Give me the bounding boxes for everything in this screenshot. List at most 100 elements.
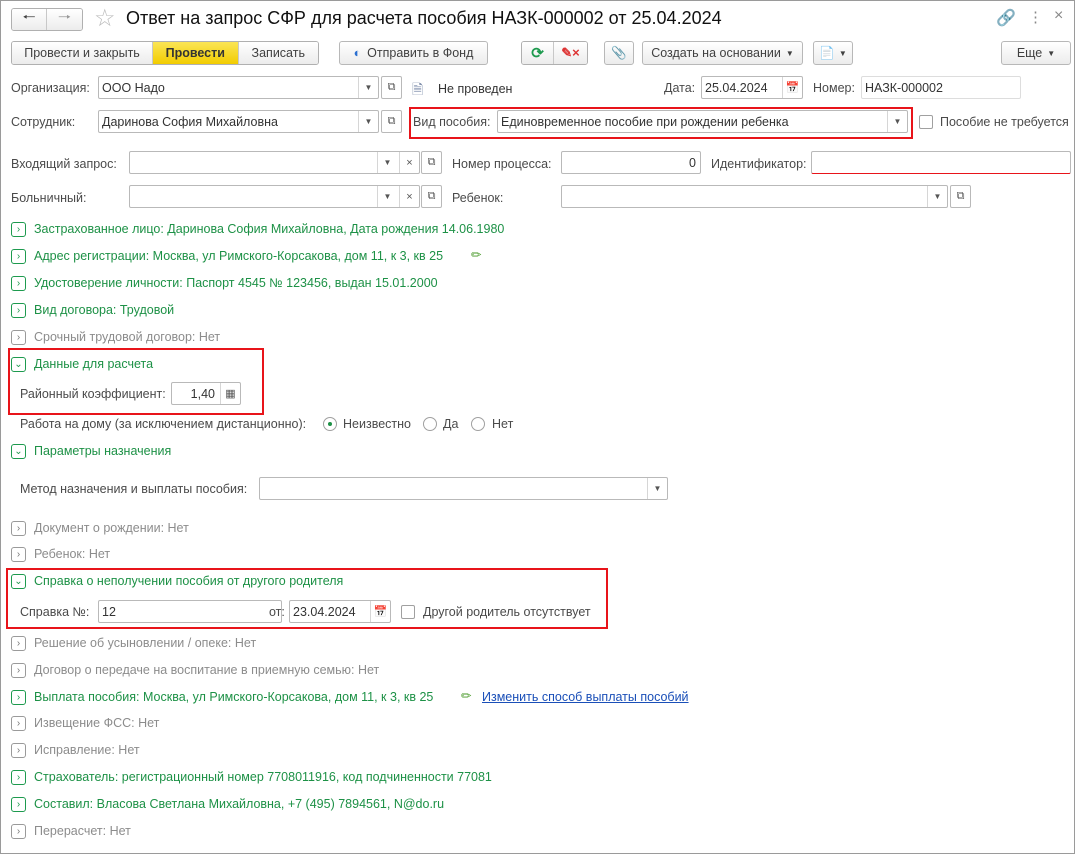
clear-icon[interactable]: × bbox=[399, 186, 419, 207]
other-parent-absent-label: Другой родитель отсутствует bbox=[423, 605, 591, 619]
section-insurer[interactable]: Страхователь: регистрационный номер 7708… bbox=[34, 770, 492, 784]
incoming-request-field[interactable]: ▼ × bbox=[129, 151, 420, 174]
expand-icon[interactable]: › bbox=[11, 303, 26, 318]
forward-arrow-icon[interactable]: 🠒 bbox=[47, 9, 82, 30]
identifier-field[interactable] bbox=[811, 151, 1071, 174]
dropdown-icon[interactable]: ▼ bbox=[377, 186, 397, 207]
favorite-star-icon[interactable]: ☆ bbox=[94, 4, 116, 33]
sick-leave-field[interactable]: ▼ × bbox=[129, 185, 420, 208]
section-contract[interactable]: Вид договора: Трудовой bbox=[34, 303, 174, 317]
change-payment-link[interactable]: Изменить способ выплаты пособий bbox=[482, 690, 689, 704]
clear-posting-icon[interactable]: ✎× bbox=[554, 42, 587, 64]
dropdown-icon[interactable]: ▼ bbox=[927, 186, 947, 207]
calendar-icon[interactable]: 📅 bbox=[370, 601, 390, 622]
more-button[interactable]: Еще ▼ bbox=[1001, 41, 1071, 65]
expand-icon[interactable]: › bbox=[11, 743, 26, 758]
district-coef-value: 1,40 bbox=[190, 386, 215, 401]
expand-icon[interactable]: › bbox=[11, 330, 26, 345]
collapse-icon[interactable]: ⌄ bbox=[11, 574, 26, 589]
method-field[interactable]: ▼ bbox=[259, 477, 668, 500]
process-number-label: Номер процесса: bbox=[452, 157, 552, 171]
dropdown-icon[interactable]: ▼ bbox=[647, 478, 667, 499]
collapse-icon[interactable]: ⌄ bbox=[11, 444, 26, 459]
link-icon[interactable]: 🔗 bbox=[996, 8, 1016, 28]
certificate-number-field[interactable]: 12 bbox=[98, 600, 282, 623]
open-icon[interactable]: ⧉ bbox=[381, 76, 402, 99]
expand-icon[interactable]: › bbox=[11, 690, 26, 705]
child-field[interactable]: ▼ bbox=[561, 185, 948, 208]
open-icon[interactable]: ⧉ bbox=[950, 185, 971, 208]
section-foster[interactable]: Договор о передаче на воспитание в прием… bbox=[34, 663, 379, 677]
other-parent-absent-checkbox[interactable] bbox=[401, 605, 415, 619]
section-calc-data[interactable]: Данные для расчета bbox=[34, 357, 153, 371]
radio-yes[interactable] bbox=[423, 417, 437, 431]
expand-icon[interactable]: › bbox=[11, 716, 26, 731]
window-title: Ответ на запрос СФР для расчета пособия … bbox=[126, 8, 722, 28]
dropdown-icon[interactable]: ▼ bbox=[377, 152, 397, 173]
save-button[interactable]: Записать bbox=[238, 42, 318, 64]
pencil-icon[interactable]: ✏ bbox=[461, 688, 471, 703]
organization-field[interactable]: ООО Надо ▼ bbox=[98, 76, 379, 99]
expand-icon[interactable]: › bbox=[11, 770, 26, 785]
incoming-request-label: Входящий запрос: bbox=[11, 157, 117, 171]
dropdown-icon[interactable]: ▼ bbox=[358, 77, 378, 98]
send-to-fund-button[interactable]: ◐ Отправить в Фонд bbox=[339, 41, 488, 65]
expand-icon[interactable]: › bbox=[11, 276, 26, 291]
pencil-icon[interactable]: ✏ bbox=[471, 247, 481, 262]
close-icon[interactable]: × bbox=[1054, 7, 1063, 25]
open-icon[interactable]: ⧉ bbox=[381, 110, 402, 133]
section-address[interactable]: Адрес регистрации: Москва, ул Римского-К… bbox=[34, 249, 443, 263]
nav-buttons: 🠐 🠒 bbox=[11, 8, 83, 31]
benefit-not-required-checkbox[interactable] bbox=[919, 115, 933, 129]
expand-icon[interactable]: › bbox=[11, 824, 26, 839]
section-fss-notice[interactable]: Извещение ФСС: Нет bbox=[34, 716, 159, 730]
benefit-not-required-label: Пособие не требуется bbox=[940, 115, 1069, 129]
paperclip-icon[interactable]: 📎 bbox=[604, 41, 634, 65]
date-field[interactable]: 25.04.2024 📅 bbox=[701, 76, 803, 99]
calendar-icon[interactable]: 📅 bbox=[782, 77, 802, 98]
certificate-date-field[interactable]: 23.04.2024 📅 bbox=[289, 600, 391, 623]
section-insured[interactable]: Застрахованное лицо: Даринова София Миха… bbox=[34, 222, 504, 236]
radio-unknown[interactable] bbox=[323, 417, 337, 431]
section-fixed-term[interactable]: Срочный трудовой договор: Нет bbox=[34, 330, 220, 344]
open-icon[interactable]: ⧉ bbox=[421, 151, 442, 174]
radio-no[interactable] bbox=[471, 417, 485, 431]
section-recalc[interactable]: Перерасчет: Нет bbox=[34, 824, 131, 838]
section-child[interactable]: Ребенок: Нет bbox=[34, 547, 110, 561]
clear-icon[interactable]: × bbox=[399, 152, 419, 173]
district-coef-field[interactable]: 1,40 ▦ bbox=[171, 382, 241, 405]
section-identity[interactable]: Удостоверение личности: Паспорт 4545 № 1… bbox=[34, 276, 438, 290]
expand-icon[interactable]: › bbox=[11, 797, 26, 812]
collapse-icon[interactable]: ⌄ bbox=[11, 357, 26, 372]
number-field[interactable]: НАЗК-000002 bbox=[861, 76, 1021, 99]
section-payment[interactable]: Выплата пособия: Москва, ул Римского-Кор… bbox=[34, 690, 433, 704]
benefit-type-field[interactable]: Единовременное пособие при рождении ребе… bbox=[497, 110, 908, 133]
employee-label: Сотрудник: bbox=[11, 115, 76, 129]
section-adoption[interactable]: Решение об усыновлении / опеке: Нет bbox=[34, 636, 256, 650]
benefit-type-value: Единовременное пособие при рождении ребе… bbox=[501, 114, 789, 129]
section-assignment[interactable]: Параметры назначения bbox=[34, 444, 171, 458]
section-birth-doc[interactable]: Документ о рождении: Нет bbox=[34, 521, 189, 535]
refresh-icon[interactable]: ⟳ bbox=[522, 42, 555, 64]
section-correction[interactable]: Исправление: Нет bbox=[34, 743, 140, 757]
reports-button[interactable]: 📄 ▼ bbox=[813, 41, 853, 65]
post-and-close-button[interactable]: Провести и закрыть bbox=[12, 42, 154, 64]
section-author[interactable]: Составил: Власова Светлана Михайловна, +… bbox=[34, 797, 444, 811]
open-icon[interactable]: ⧉ bbox=[421, 185, 442, 208]
expand-icon[interactable]: › bbox=[11, 521, 26, 536]
post-button[interactable]: Провести bbox=[153, 42, 239, 64]
process-number-field[interactable]: 0 bbox=[561, 151, 701, 174]
calculator-icon[interactable]: ▦ bbox=[220, 383, 240, 404]
expand-icon[interactable]: › bbox=[11, 547, 26, 562]
expand-icon[interactable]: › bbox=[11, 222, 26, 237]
dropdown-icon[interactable]: ▼ bbox=[887, 111, 907, 132]
expand-icon[interactable]: › bbox=[11, 663, 26, 678]
section-certificate[interactable]: Справка о неполучении пособия от другого… bbox=[34, 574, 343, 588]
back-arrow-icon[interactable]: 🠐 bbox=[12, 9, 48, 30]
employee-field[interactable]: Даринова София Михайловна ▼ bbox=[98, 110, 379, 133]
create-based-on-button[interactable]: Создать на основании ▼ bbox=[642, 41, 803, 65]
dropdown-icon[interactable]: ▼ bbox=[358, 111, 378, 132]
expand-icon[interactable]: › bbox=[11, 636, 26, 651]
more-vertical-icon[interactable]: ⋮ bbox=[1028, 8, 1043, 26]
expand-icon[interactable]: › bbox=[11, 249, 26, 264]
